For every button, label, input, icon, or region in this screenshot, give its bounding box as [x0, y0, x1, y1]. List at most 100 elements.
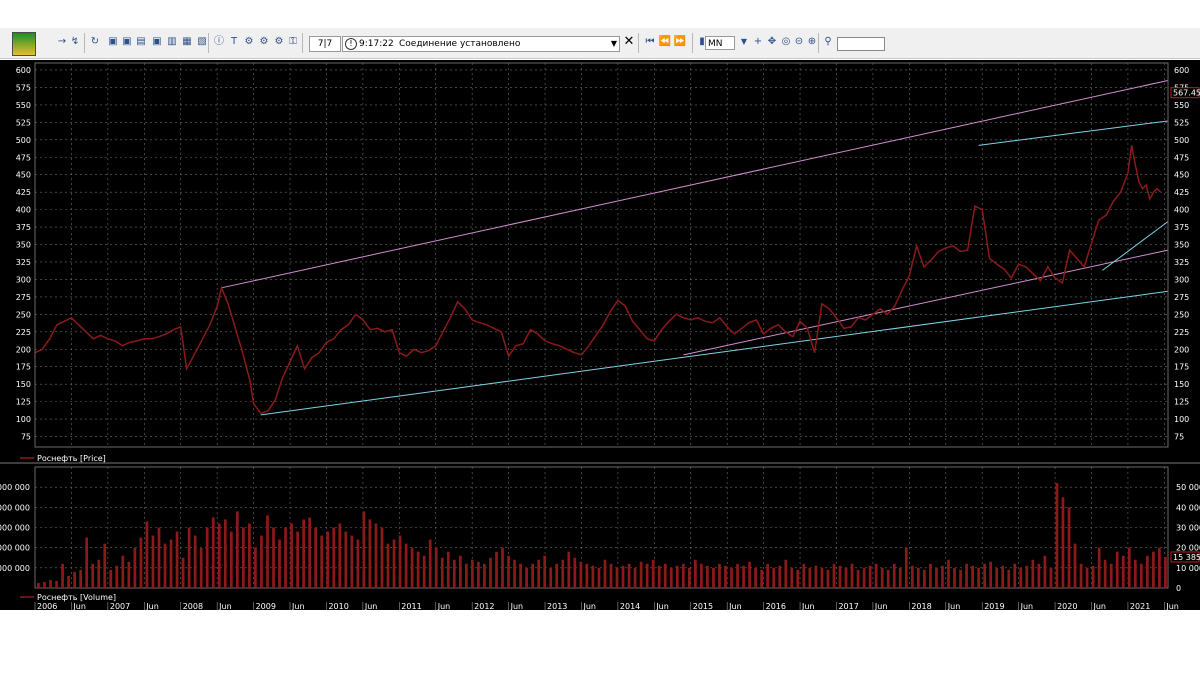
volume-bar: [205, 527, 209, 588]
volume-bar: [85, 537, 89, 588]
volume-bar: [929, 563, 932, 588]
volume-bar: [537, 559, 541, 588]
volume-bar: [314, 527, 318, 588]
window-icon[interactable]: ▣: [106, 35, 120, 49]
volume-tick-right: 30 000: [1176, 524, 1200, 533]
stock-chart: 75 75 100 100 125 125 150 150 175 175 200 200 225 225…: [0, 62, 1200, 610]
volume-tick-right: 0: [1176, 584, 1181, 593]
volume-bar: [621, 565, 625, 588]
price-tick-left: 425: [16, 188, 31, 197]
move-icon[interactable]: ✥: [765, 35, 779, 49]
volume-bar: [712, 567, 715, 588]
month-label: Jun: [1165, 602, 1179, 610]
price-tick-left: 350: [16, 241, 31, 250]
volume-bar: [103, 543, 107, 588]
trendline: [221, 79, 1169, 289]
refresh-icon[interactable]: ↻: [88, 35, 102, 49]
close-icon[interactable]: ✕: [622, 35, 636, 49]
volume-bar: [694, 559, 697, 588]
app-logo[interactable]: [12, 32, 36, 56]
price-tick-left: 200: [16, 345, 31, 354]
volume-bar: [43, 581, 46, 588]
year-label: 2008: [183, 602, 203, 610]
price-tick-right: 525: [1174, 118, 1189, 127]
window-icon[interactable]: ▧: [195, 35, 209, 49]
month-label: Jun: [72, 602, 86, 610]
window-icon[interactable]: ▦: [180, 35, 194, 49]
price-tick-right: 300: [1174, 275, 1189, 284]
volume-bar: [404, 543, 408, 588]
month-label: Jun: [437, 602, 451, 610]
status-field[interactable]: ! 9:17:22 Соединение установлено ▼: [342, 36, 620, 52]
price-tick-left: 600: [16, 66, 31, 75]
volume-bar: [736, 563, 739, 588]
text-icon[interactable]: T: [227, 35, 241, 49]
forward-icon[interactable]: ⏩: [673, 35, 687, 49]
info-icon[interactable]: ⓘ: [212, 35, 226, 49]
trendlines[interactable]: [221, 79, 1169, 416]
volume-tick-right: 50 000: [1176, 483, 1200, 492]
volume-bar: [157, 527, 161, 588]
lock-icon[interactable]: ⚿: [286, 35, 300, 49]
tool-icon[interactable]: ⚙: [242, 35, 256, 49]
target-icon[interactable]: ◎: [779, 35, 793, 49]
price-tick-left: 75: [21, 433, 31, 442]
volume-bar: [591, 565, 595, 588]
chevron-down-icon[interactable]: ▼: [611, 37, 617, 51]
price-tick-right: 200: [1174, 345, 1189, 354]
volume-bar: [121, 555, 125, 588]
price-tick-left: 125: [16, 398, 31, 407]
zoom-in-icon[interactable]: ⊕: [805, 35, 819, 49]
volume-bar: [669, 567, 673, 588]
volume-bar: [428, 539, 432, 588]
search-input[interactable]: [837, 37, 885, 51]
price-tick-right: 375: [1174, 223, 1189, 232]
back-icon[interactable]: ⏪: [658, 35, 672, 49]
search-icon[interactable]: ⚲: [821, 35, 835, 49]
price-tick-left: 500: [16, 136, 31, 145]
window-icon[interactable]: ▣: [150, 35, 164, 49]
volume-bar: [181, 557, 185, 588]
month-label: Jun: [582, 602, 596, 610]
plus-icon[interactable]: +: [751, 35, 765, 49]
cursor-icon[interactable]: ↯: [68, 35, 82, 49]
tool-icon[interactable]: ⚙: [257, 35, 271, 49]
timeframe-select[interactable]: MN: [705, 36, 735, 50]
volume-bar: [820, 567, 824, 588]
volume-bar: [663, 563, 667, 588]
search-window-icon[interactable]: ▥: [165, 35, 179, 49]
volume-tick-right: 10 000: [1176, 564, 1200, 573]
arrow-right-icon[interactable]: →: [55, 35, 69, 49]
volume-bar: [489, 557, 492, 588]
volume-bar: [458, 555, 462, 588]
status-text: Соединение установлено: [399, 39, 521, 49]
volume-bar: [886, 569, 890, 588]
price-tick-right: 150: [1174, 380, 1189, 389]
price-tick-left: 450: [16, 171, 31, 180]
volume-bar: [844, 567, 848, 588]
zoom-out-icon[interactable]: ⊝: [792, 35, 806, 49]
price-tick-right: 425: [1174, 188, 1189, 197]
tool-icon[interactable]: ⚙: [272, 35, 286, 49]
price-panel-frame: [34, 62, 1169, 448]
volume-bar: [675, 565, 679, 588]
volume-bar: [290, 523, 293, 588]
volume-bar: [1079, 563, 1083, 588]
chevron-down-icon[interactable]: ▼: [737, 35, 751, 49]
volume-bar: [754, 567, 757, 588]
toolbar-separator: [302, 33, 303, 53]
volume-bar: [332, 527, 336, 588]
volume-bar: [217, 523, 221, 588]
window-icon[interactable]: ▣: [120, 35, 134, 49]
year-label: 2020: [1057, 602, 1077, 610]
price-tick-left: 150: [16, 380, 31, 389]
volume-bar: [169, 539, 173, 588]
price-tick-right: 100: [1174, 415, 1189, 424]
volume-bar: [163, 543, 167, 588]
volume-bar: [519, 563, 522, 588]
window-icon[interactable]: ▤: [134, 35, 148, 49]
volume-bar: [1073, 543, 1077, 588]
volume-legend-label: Роснефть [Volume]: [37, 593, 116, 602]
first-icon[interactable]: ⏮: [643, 35, 657, 49]
volume-bar: [1019, 567, 1023, 588]
